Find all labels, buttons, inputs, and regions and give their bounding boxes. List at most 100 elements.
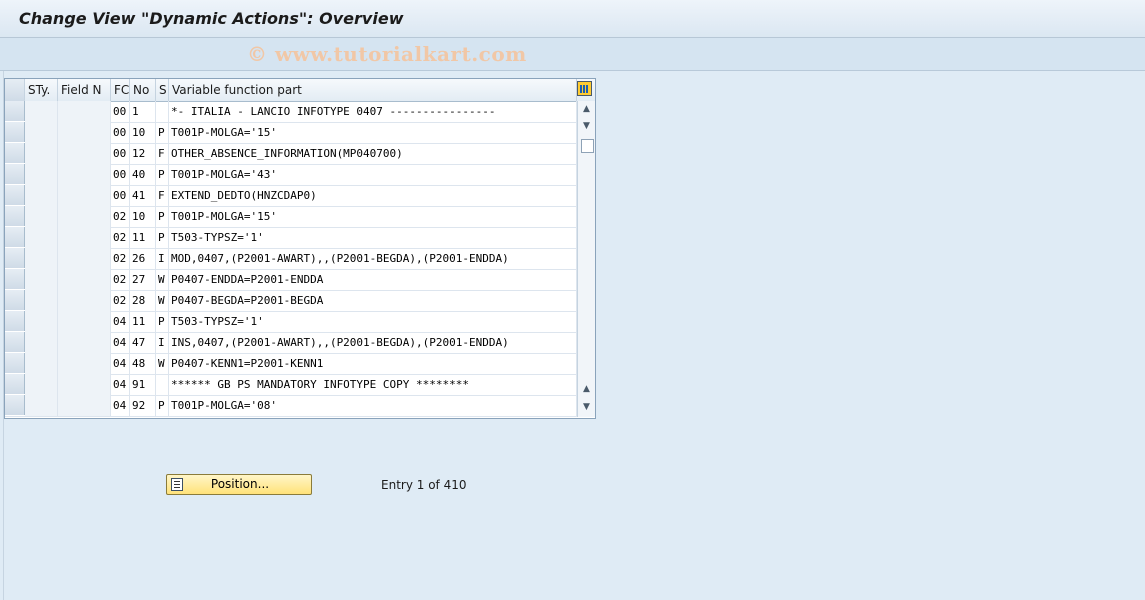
cell-no: 28 — [130, 290, 156, 311]
row-selector[interactable] — [5, 101, 25, 121]
row-selector[interactable] — [5, 353, 25, 373]
table-row[interactable]: 00 12 F OTHER_ABSENCE_INFORMATION(MP040700) — [5, 143, 577, 165]
cell-function: T503-TYPSZ='1' — [169, 311, 577, 332]
cell-no: 91 — [130, 374, 156, 395]
table-row[interactable]: 00 40 P T001P-MOLGA='43' — [5, 164, 577, 186]
cell-function: T001P-MOLGA='15' — [169, 206, 577, 227]
cell-field — [58, 311, 111, 332]
table-row[interactable]: 04 11 P T503-TYPSZ='1' — [5, 311, 577, 333]
watermark: © www.tutorialkart.com — [247, 42, 527, 66]
table-row[interactable]: 00 1 *- ITALIA - LANCIO INFOTYPE 0407 ----… — [5, 101, 577, 123]
cell-no: 1 — [130, 101, 156, 122]
cell-fc: 00 — [111, 122, 130, 143]
cell-function: P0407-ENDDA=P2001-ENDDA — [169, 269, 577, 290]
column-header-fc[interactable]: FC — [111, 79, 130, 101]
cell-field — [58, 185, 111, 206]
cell-no: 26 — [130, 248, 156, 269]
cell-sty — [25, 122, 58, 143]
cell-sty — [25, 311, 58, 332]
cell-field — [58, 269, 111, 290]
column-header-sty[interactable]: STy. — [25, 79, 58, 101]
column-header-s[interactable]: S — [156, 79, 169, 101]
row-selector[interactable] — [5, 332, 25, 352]
cell-function: EXTEND_DEDTO(HNZCDAP0) — [169, 185, 577, 206]
cell-fc: 02 — [111, 269, 130, 290]
table-row[interactable]: 04 91 ****** GB PS MANDATORY INFOTYPE COPY… — [5, 374, 577, 396]
table-header: STy. Field N FC No S Variable function p… — [5, 79, 595, 102]
vertical-scrollbar[interactable]: ▲ ▼ ▲ ▼ — [577, 101, 595, 417]
table-row[interactable]: 04 47 I INS,0407,(P2001-AWART),,(P2001-BEGD… — [5, 332, 577, 354]
table-row[interactable]: 02 10 P T001P-MOLGA='15' — [5, 206, 577, 228]
cell-fc: 00 — [111, 164, 130, 185]
cell-no: 47 — [130, 332, 156, 353]
page-title: Change View "Dynamic Actions": Overview — [19, 9, 404, 28]
cell-s: P — [156, 395, 169, 416]
cell-fc: 02 — [111, 206, 130, 227]
row-selector[interactable] — [5, 143, 25, 163]
cell-function: MOD,0407,(P2001-AWART),,(P2001-BEGDA),(P… — [169, 248, 577, 269]
cell-no: 92 — [130, 395, 156, 416]
table-row[interactable]: 04 48 W P0407-KENN1=P2001-KENN1 — [5, 353, 577, 375]
cell-s: I — [156, 332, 169, 353]
cell-field — [58, 101, 111, 122]
column-header-no[interactable]: No — [130, 79, 156, 101]
dynamic-actions-table: STy. Field N FC No S Variable function p… — [4, 78, 596, 419]
cell-fc: 04 — [111, 332, 130, 353]
cell-fc: 00 — [111, 185, 130, 206]
cell-field — [58, 227, 111, 248]
cell-sty — [25, 143, 58, 164]
table-row[interactable]: 02 11 P T503-TYPSZ='1' — [5, 227, 577, 249]
column-header-field[interactable]: Field N — [58, 79, 111, 101]
cell-fc: 02 — [111, 290, 130, 311]
cell-field — [58, 290, 111, 311]
scroll-page-down-icon[interactable]: ▼ — [579, 399, 594, 415]
cell-no: 48 — [130, 353, 156, 374]
row-selector[interactable] — [5, 374, 25, 394]
table-row[interactable]: 02 28 W P0407-BEGDA=P2001-BEGDA — [5, 290, 577, 312]
cell-sty — [25, 332, 58, 353]
cell-sty — [25, 101, 58, 122]
cell-s — [156, 101, 169, 122]
row-selector[interactable] — [5, 206, 25, 226]
cell-fc: 00 — [111, 143, 130, 164]
table-row[interactable]: 02 27 W P0407-ENDDA=P2001-ENDDA — [5, 269, 577, 291]
cell-s: F — [156, 185, 169, 206]
cell-no: 10 — [130, 206, 156, 227]
application-toolbar — [0, 38, 1145, 71]
scrollbar-thumb[interactable] — [581, 139, 594, 153]
row-selector[interactable] — [5, 164, 25, 184]
row-selector[interactable] — [5, 269, 25, 289]
cell-function: T001P-MOLGA='15' — [169, 122, 577, 143]
cell-field — [58, 248, 111, 269]
cell-function: P0407-BEGDA=P2001-BEGDA — [169, 290, 577, 311]
cell-function: INS,0407,(P2001-AWART),,(P2001-BEGDA),(P… — [169, 332, 577, 353]
scroll-page-up-icon[interactable]: ▲ — [579, 381, 594, 397]
scroll-down-icon[interactable]: ▼ — [579, 118, 594, 134]
cell-sty — [25, 185, 58, 206]
row-selector[interactable] — [5, 290, 25, 310]
cell-function: *- ITALIA - LANCIO INFOTYPE 0407 -------… — [169, 101, 577, 122]
cell-fc: 04 — [111, 395, 130, 416]
table-row[interactable]: 00 10 P T001P-MOLGA='15' — [5, 122, 577, 144]
row-selector[interactable] — [5, 185, 25, 205]
row-selector[interactable] — [5, 122, 25, 142]
table-settings-icon[interactable] — [577, 81, 592, 96]
cell-function: T001P-MOLGA='08' — [169, 395, 577, 416]
position-button[interactable]: Position... — [166, 474, 312, 495]
table-row[interactable]: 04 92 P T001P-MOLGA='08' — [5, 395, 577, 417]
cell-sty — [25, 269, 58, 290]
cell-fc: 04 — [111, 374, 130, 395]
scroll-up-icon[interactable]: ▲ — [579, 101, 594, 117]
row-selector[interactable] — [5, 227, 25, 247]
column-header-function[interactable]: Variable function part — [169, 79, 577, 101]
cell-s: F — [156, 143, 169, 164]
row-selector[interactable] — [5, 395, 25, 415]
row-selector[interactable] — [5, 248, 25, 268]
table-row[interactable]: 00 41 F EXTEND_DEDTO(HNZCDAP0) — [5, 185, 577, 207]
table-row[interactable]: 02 26 I MOD,0407,(P2001-AWART),,(P2001-BEGD… — [5, 248, 577, 270]
cell-no: 11 — [130, 311, 156, 332]
cell-s: P — [156, 122, 169, 143]
cell-function: OTHER_ABSENCE_INFORMATION(MP040700) — [169, 143, 577, 164]
row-selector[interactable] — [5, 311, 25, 331]
select-all-button[interactable] — [5, 79, 25, 101]
